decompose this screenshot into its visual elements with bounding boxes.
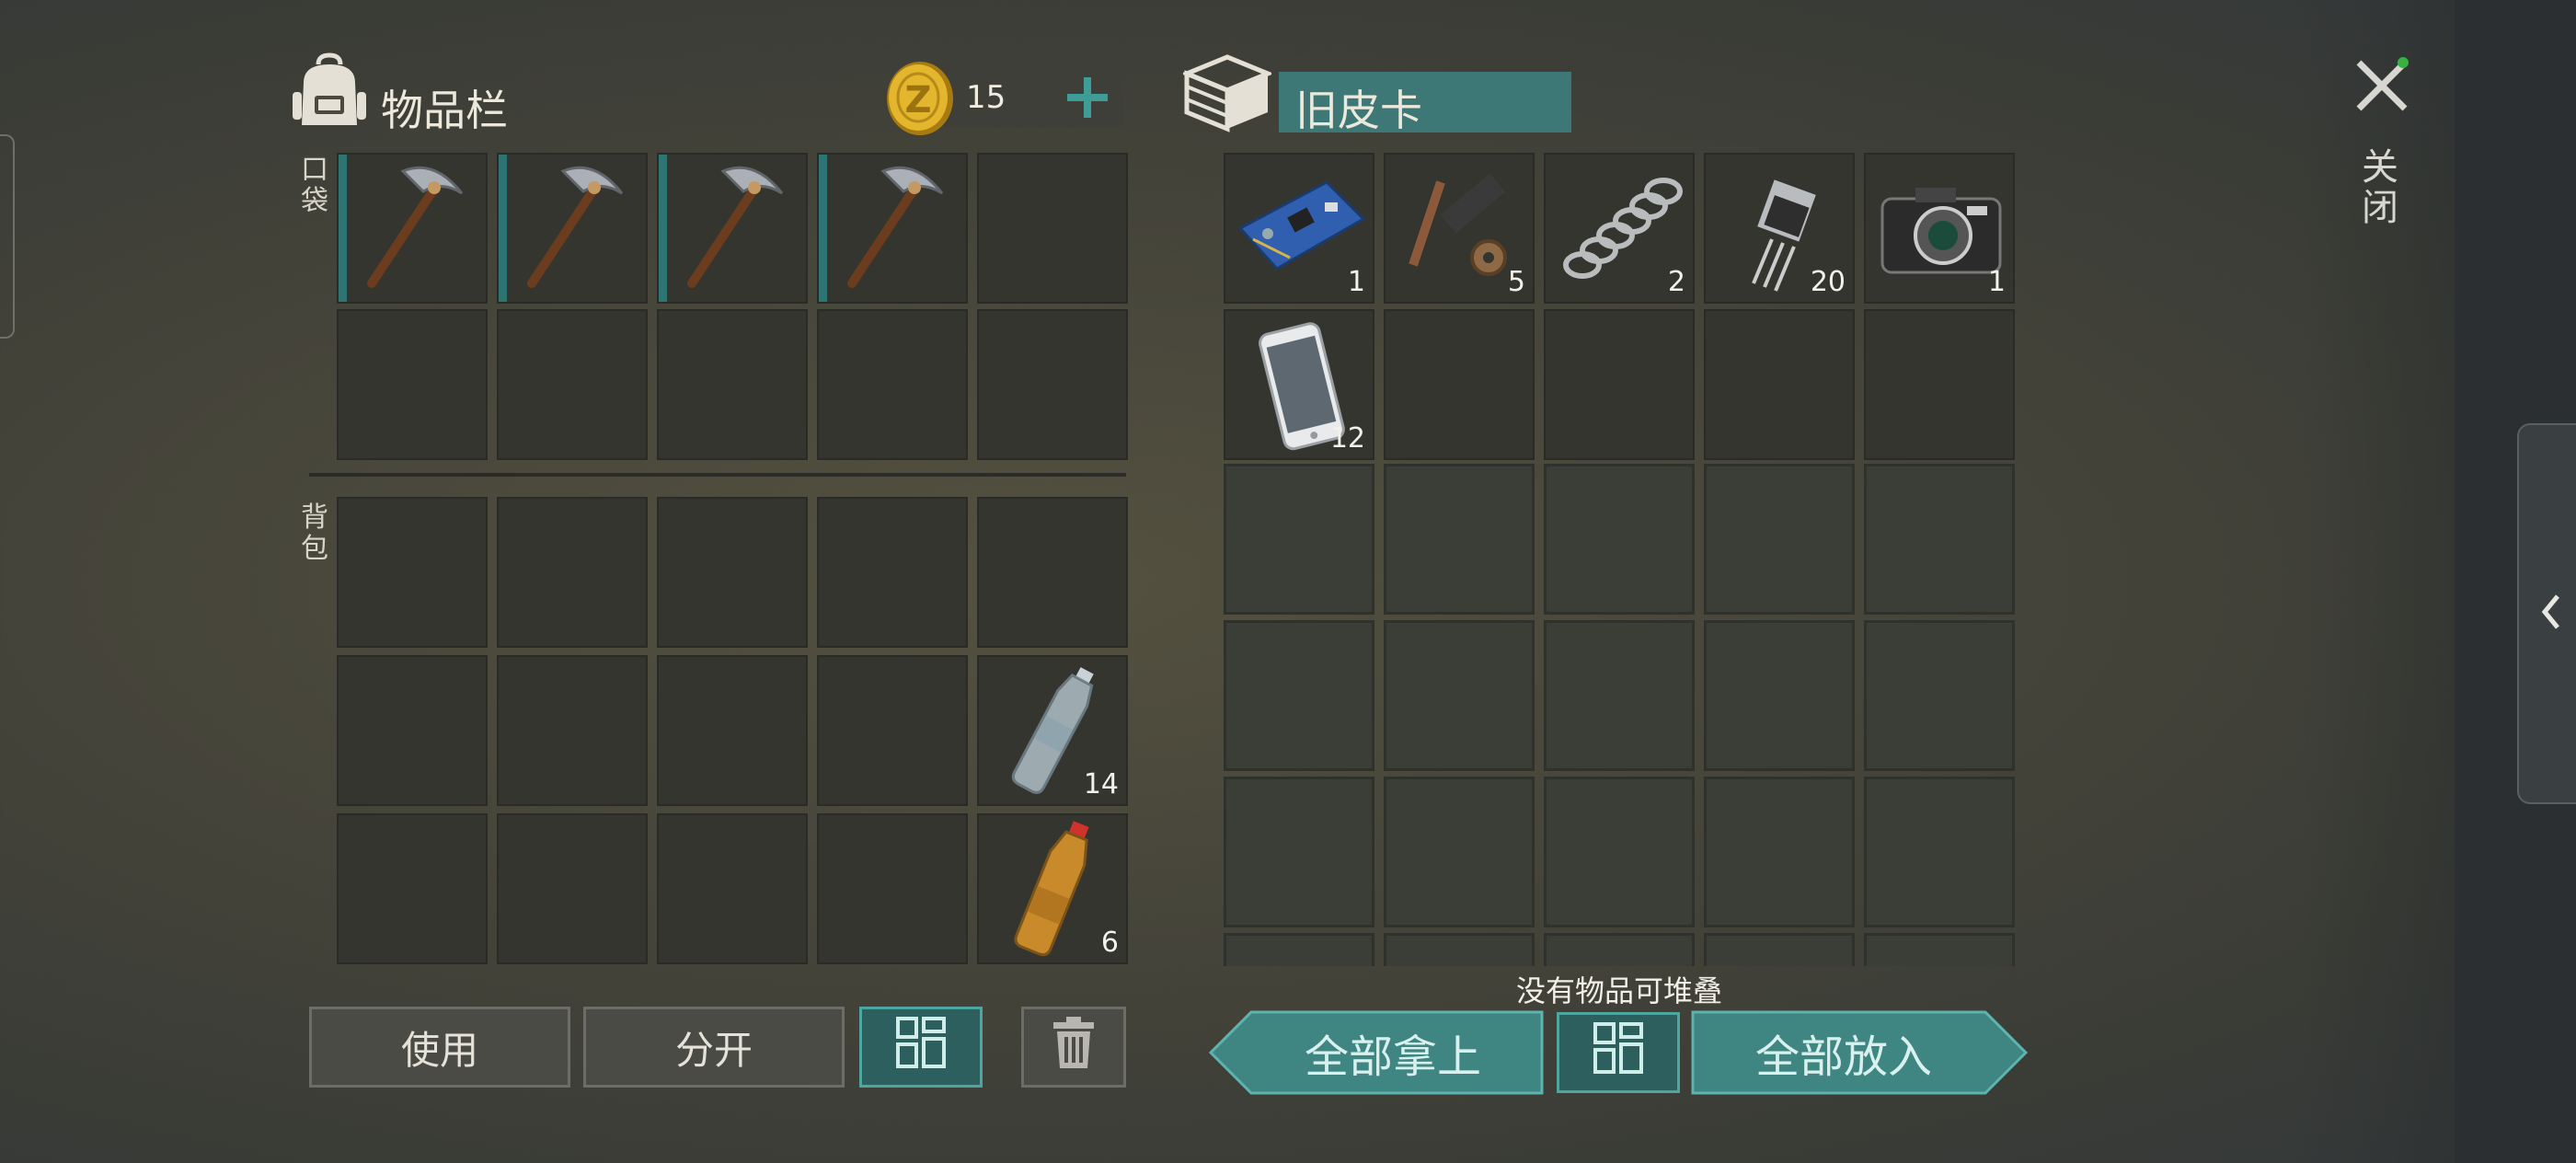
container-slot[interactable] xyxy=(1544,309,1695,460)
coin-icon: Z xyxy=(885,61,955,136)
item-quantity: 1 xyxy=(1347,266,1365,298)
container-empty-slot[interactable] xyxy=(1864,777,2015,927)
pocket-slot[interactable] xyxy=(657,153,808,304)
sort-container-button[interactable] xyxy=(1557,1012,1680,1093)
pocket-divider xyxy=(309,473,1126,477)
container-empty-slot[interactable] xyxy=(1384,620,1535,771)
grid-sort-icon xyxy=(1593,1021,1644,1084)
left-edge-tab[interactable] xyxy=(0,134,15,339)
container-empty-slot[interactable] xyxy=(1704,777,1855,927)
backpack-slot[interactable] xyxy=(497,497,648,648)
take-all-label: 全部拿上 xyxy=(1304,1031,1481,1083)
split-button[interactable]: 分开 xyxy=(583,1007,845,1088)
item-quantity: 12 xyxy=(1329,422,1365,455)
pocket-slot[interactable] xyxy=(337,153,488,304)
backpack-slot[interactable]: 14 xyxy=(977,655,1128,806)
pocket-slot[interactable] xyxy=(657,309,808,460)
pocket-slot[interactable] xyxy=(817,153,968,304)
container-slot[interactable]: 2 xyxy=(1544,153,1695,304)
container-empty-grid xyxy=(1222,462,2015,966)
container-empty-slot[interactable] xyxy=(1224,620,1374,771)
pocket-slot[interactable] xyxy=(337,309,488,460)
item-quantity: 6 xyxy=(1100,927,1119,959)
container-empty-slot[interactable] xyxy=(1864,620,2015,771)
item-quantity: 2 xyxy=(1667,266,1685,298)
take-all-button[interactable]: 全部拿上 xyxy=(1208,1010,1546,1095)
container-empty-slot[interactable] xyxy=(1224,464,1374,615)
add-coins-button[interactable] xyxy=(1064,72,1111,123)
backpack-slot[interactable] xyxy=(817,655,968,806)
put-all-button[interactable]: 全部放入 xyxy=(1691,1010,2029,1095)
container-empty-slot[interactable] xyxy=(1544,464,1695,615)
container-empty-slot[interactable] xyxy=(1704,933,1855,966)
container-empty-slot[interactable] xyxy=(1544,933,1695,966)
backpack-slot[interactable] xyxy=(337,497,488,648)
no-stack-message: 没有物品可堆叠 xyxy=(1515,973,1722,1008)
container-slot[interactable] xyxy=(1384,309,1535,460)
container-slot[interactable] xyxy=(1704,309,1855,460)
backpack-slot[interactable] xyxy=(337,655,488,806)
pocket-label: 口袋 xyxy=(301,154,328,217)
container-empty-slot[interactable] xyxy=(1704,464,1855,615)
backpack-slot[interactable] xyxy=(337,813,488,964)
container-slot[interactable]: 5 xyxy=(1384,153,1535,304)
sort-inventory-button[interactable] xyxy=(859,1007,983,1088)
pocket-slot[interactable] xyxy=(817,309,968,460)
item-quantity: 20 xyxy=(1810,266,1846,298)
pocket-slot[interactable] xyxy=(977,153,1128,304)
pocket-slot[interactable] xyxy=(497,153,648,304)
container-empty-slot[interactable] xyxy=(1704,620,1855,771)
svg-text:Z: Z xyxy=(904,79,931,121)
put-all-label: 全部放入 xyxy=(1754,1031,1932,1083)
backpack-slot[interactable] xyxy=(977,497,1128,648)
backpack-label: 背包 xyxy=(301,501,328,565)
backpack-slot[interactable] xyxy=(657,655,808,806)
container-title: 旧皮卡 xyxy=(1295,86,1422,135)
backpack-slot[interactable] xyxy=(817,497,968,648)
container-slot[interactable]: 1 xyxy=(1224,153,1374,304)
container-empty-slot[interactable] xyxy=(1544,620,1695,771)
backpack-slot[interactable] xyxy=(497,813,648,964)
crate-icon xyxy=(1180,53,1274,132)
container-empty-slot[interactable] xyxy=(1864,464,2015,615)
container-empty-slot[interactable] xyxy=(1384,777,1535,927)
item-quantity: 14 xyxy=(1083,768,1119,800)
container-empty-slot[interactable] xyxy=(1384,933,1535,966)
coin-count: 15 xyxy=(966,79,1006,116)
container-slot[interactable]: 20 xyxy=(1704,153,1855,304)
use-button[interactable]: 使用 xyxy=(309,1007,570,1088)
chevron-left-icon xyxy=(2537,591,2565,637)
backpack-slot[interactable]: 6 xyxy=(977,813,1128,964)
container-slot[interactable] xyxy=(1864,309,2015,460)
container-slot[interactable]: 12 xyxy=(1224,309,1374,460)
backpack-slot[interactable] xyxy=(657,497,808,648)
close-label[interactable]: 关闭 xyxy=(2359,147,2401,228)
close-icon[interactable] xyxy=(2350,52,2414,116)
backpack-slot[interactable] xyxy=(497,655,648,806)
delete-button[interactable] xyxy=(1021,1007,1126,1088)
backpack-slot[interactable] xyxy=(817,813,968,964)
backpack-icon xyxy=(291,52,368,131)
pocket-slot[interactable] xyxy=(497,309,648,460)
container-empty-slot[interactable] xyxy=(1224,933,1374,966)
inventory-title: 物品栏 xyxy=(381,86,508,135)
item-quantity: 5 xyxy=(1507,266,1525,298)
pocket-slot[interactable] xyxy=(977,309,1128,460)
container-slot[interactable]: 1 xyxy=(1864,153,2015,304)
container-empty-slot[interactable] xyxy=(1864,933,2015,966)
item-quantity: 1 xyxy=(1987,266,2006,298)
grid-sort-icon xyxy=(895,1016,947,1078)
container-empty-slot[interactable] xyxy=(1384,464,1535,615)
container-empty-slot[interactable] xyxy=(1544,777,1695,927)
container-empty-slot[interactable] xyxy=(1224,777,1374,927)
backpack-slot[interactable] xyxy=(657,813,808,964)
trash-icon xyxy=(1052,1015,1096,1079)
side-panel-toggle[interactable] xyxy=(2517,423,2576,804)
